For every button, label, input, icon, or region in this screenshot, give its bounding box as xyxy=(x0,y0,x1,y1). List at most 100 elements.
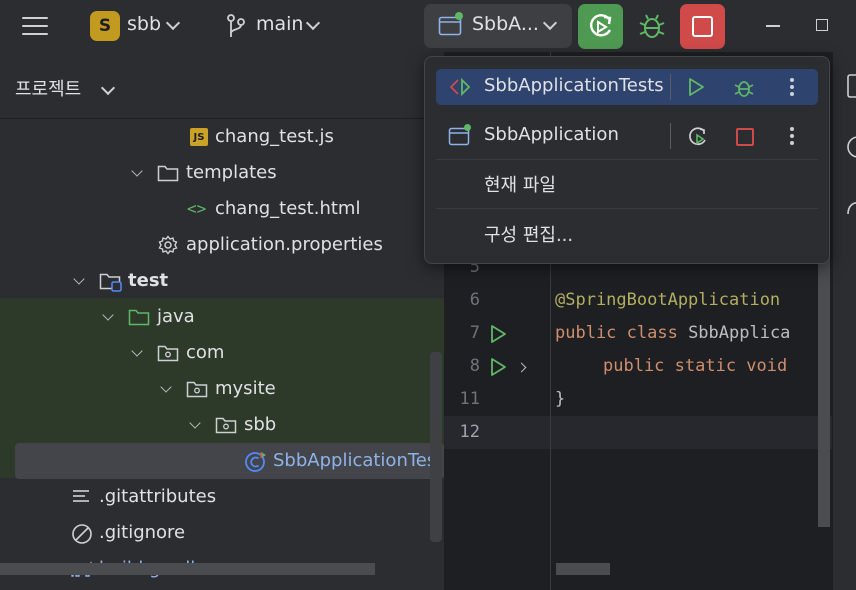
project-name[interactable]: sbb xyxy=(127,13,161,35)
rerun-icon xyxy=(590,14,612,37)
panel-title[interactable]: 프로젝트 xyxy=(15,75,81,101)
stop-button[interactable] xyxy=(680,4,725,49)
chevron-down-icon[interactable] xyxy=(131,165,143,177)
tree-item-sbb[interactable]: sbb xyxy=(215,407,435,443)
tree-item-gitignore[interactable]: .gitignore xyxy=(70,515,320,551)
popup-item-label: SbbApplication xyxy=(484,124,619,145)
rerun-button[interactable] xyxy=(578,4,623,49)
chevron-down-icon[interactable] xyxy=(73,273,85,285)
chevron-down-icon[interactable] xyxy=(165,15,181,31)
right-tool-strip xyxy=(832,52,856,590)
vertical-scrollbar[interactable] xyxy=(430,352,442,542)
run-gutter-icon[interactable] xyxy=(488,324,508,344)
project-panel: 프로젝트 JS chang_test.js templates <> chang… xyxy=(0,52,444,590)
code-keyword: public class xyxy=(555,323,689,343)
branch-name[interactable]: main xyxy=(256,13,303,35)
source-folder-icon xyxy=(128,309,150,326)
run-gutter-icon[interactable] xyxy=(488,357,508,377)
test-folder-icon xyxy=(99,273,122,292)
maximize-window-icon[interactable] xyxy=(816,19,828,31)
line-number: 12 xyxy=(459,422,480,442)
chevron-down-icon[interactable] xyxy=(100,80,116,96)
horizontal-scrollbar[interactable] xyxy=(0,563,375,575)
minimize-window-icon[interactable] xyxy=(766,25,780,27)
folder-icon xyxy=(157,165,179,182)
app-window-icon xyxy=(448,124,471,146)
ai-assistant-icon[interactable] xyxy=(847,134,856,160)
tree-item-java[interactable]: java xyxy=(128,299,378,335)
ignore-icon xyxy=(72,524,92,544)
stop-icon[interactable] xyxy=(736,128,754,146)
debug-button[interactable] xyxy=(630,4,674,48)
tree-item-mysite[interactable]: mysite xyxy=(186,371,436,407)
test-config-icon xyxy=(449,78,471,96)
tree-item-label: mysite xyxy=(215,378,276,399)
code-line-11: } xyxy=(555,389,566,409)
code-identifier: SbbApplica xyxy=(688,323,791,343)
bug-icon xyxy=(639,14,665,38)
app-window-icon xyxy=(438,12,463,36)
popup-item-sbb-application-tests[interactable]: SbbApplicationTests xyxy=(436,69,818,105)
tree-item-label: com xyxy=(186,342,225,363)
package-icon xyxy=(186,381,208,398)
more-options-icon[interactable] xyxy=(790,127,794,145)
divider xyxy=(670,74,671,100)
tree-item-chang-test-html[interactable]: <> chang_test.html xyxy=(186,191,436,227)
line-number: 8 xyxy=(469,356,480,376)
line-number: 11 xyxy=(459,389,480,409)
gradle-tool-icon[interactable] xyxy=(847,196,856,218)
tree-item-com[interactable]: com xyxy=(157,335,407,371)
tree-item-label: java xyxy=(157,306,195,327)
tree-item-label: chang_test.js xyxy=(215,126,334,147)
tree-item-gitattributes[interactable]: .gitattributes xyxy=(70,479,320,515)
tree-item-templates[interactable]: templates xyxy=(157,155,407,191)
notifications-icon[interactable] xyxy=(847,74,856,100)
tree-item-label: .gitattributes xyxy=(99,486,217,507)
fold-chevron-icon[interactable] xyxy=(516,362,527,373)
test-class-icon xyxy=(245,452,266,472)
rerun-icon[interactable] xyxy=(686,125,710,149)
main-menu-icon[interactable] xyxy=(22,14,48,38)
tree-item-test[interactable]: test xyxy=(99,263,349,299)
package-icon xyxy=(215,417,237,434)
run-config-name[interactable]: SbbA... xyxy=(472,13,539,35)
popup-item-label: SbbApplicationTests xyxy=(484,75,664,96)
code-line-6: @SpringBootApplication xyxy=(555,290,781,310)
js-file-icon: JS xyxy=(190,128,208,146)
tree-item-label: SbbApplicationTes xyxy=(273,450,437,471)
current-line-highlight xyxy=(444,416,832,449)
code-line-8: public static void xyxy=(603,356,788,376)
run-config-popup: SbbApplicationTests SbbApplication 현재 파일… xyxy=(424,56,830,264)
tree-item-application-properties[interactable]: application.properties xyxy=(157,227,437,263)
horizontal-scrollbar[interactable] xyxy=(556,563,610,575)
run-icon[interactable] xyxy=(686,77,706,97)
gear-icon xyxy=(158,235,178,255)
html-file-icon: <> xyxy=(187,199,207,218)
tree-item-label: templates xyxy=(186,162,277,183)
divider xyxy=(436,208,818,209)
popup-item-edit-configurations[interactable]: 구성 편집... xyxy=(436,215,818,251)
tree-item-label: application.properties xyxy=(186,234,383,255)
line-number: 6 xyxy=(469,290,480,310)
project-badge[interactable]: S xyxy=(90,11,120,41)
text-lines-icon xyxy=(73,490,89,502)
line-number: 7 xyxy=(469,323,480,343)
popup-item-label: 현재 파일 xyxy=(484,175,556,196)
tree-item-label: sbb xyxy=(244,414,277,435)
more-options-icon[interactable] xyxy=(790,78,794,96)
code-line-7: public class SbbApplica xyxy=(555,323,790,343)
popup-item-label: 구성 편집... xyxy=(484,225,574,246)
popup-item-sbb-application[interactable]: SbbApplication xyxy=(436,118,818,154)
divider xyxy=(436,159,818,160)
tree-item-label: chang_test.html xyxy=(215,198,361,219)
tree-item-label: .gitignore xyxy=(99,522,186,543)
debug-icon[interactable] xyxy=(732,76,756,100)
git-branch-icon[interactable] xyxy=(226,13,246,39)
divider xyxy=(670,123,671,149)
chevron-down-icon[interactable] xyxy=(305,15,321,31)
package-icon xyxy=(157,345,179,362)
popup-item-current-file[interactable]: 현재 파일 xyxy=(436,165,818,201)
tree-item-sbb-application-tests[interactable]: SbbApplicationTes xyxy=(244,443,444,479)
tree-item-chang-test-js[interactable]: JS chang_test.js xyxy=(186,119,436,155)
main-toolbar: S sbb main SbbA... xyxy=(0,0,856,52)
